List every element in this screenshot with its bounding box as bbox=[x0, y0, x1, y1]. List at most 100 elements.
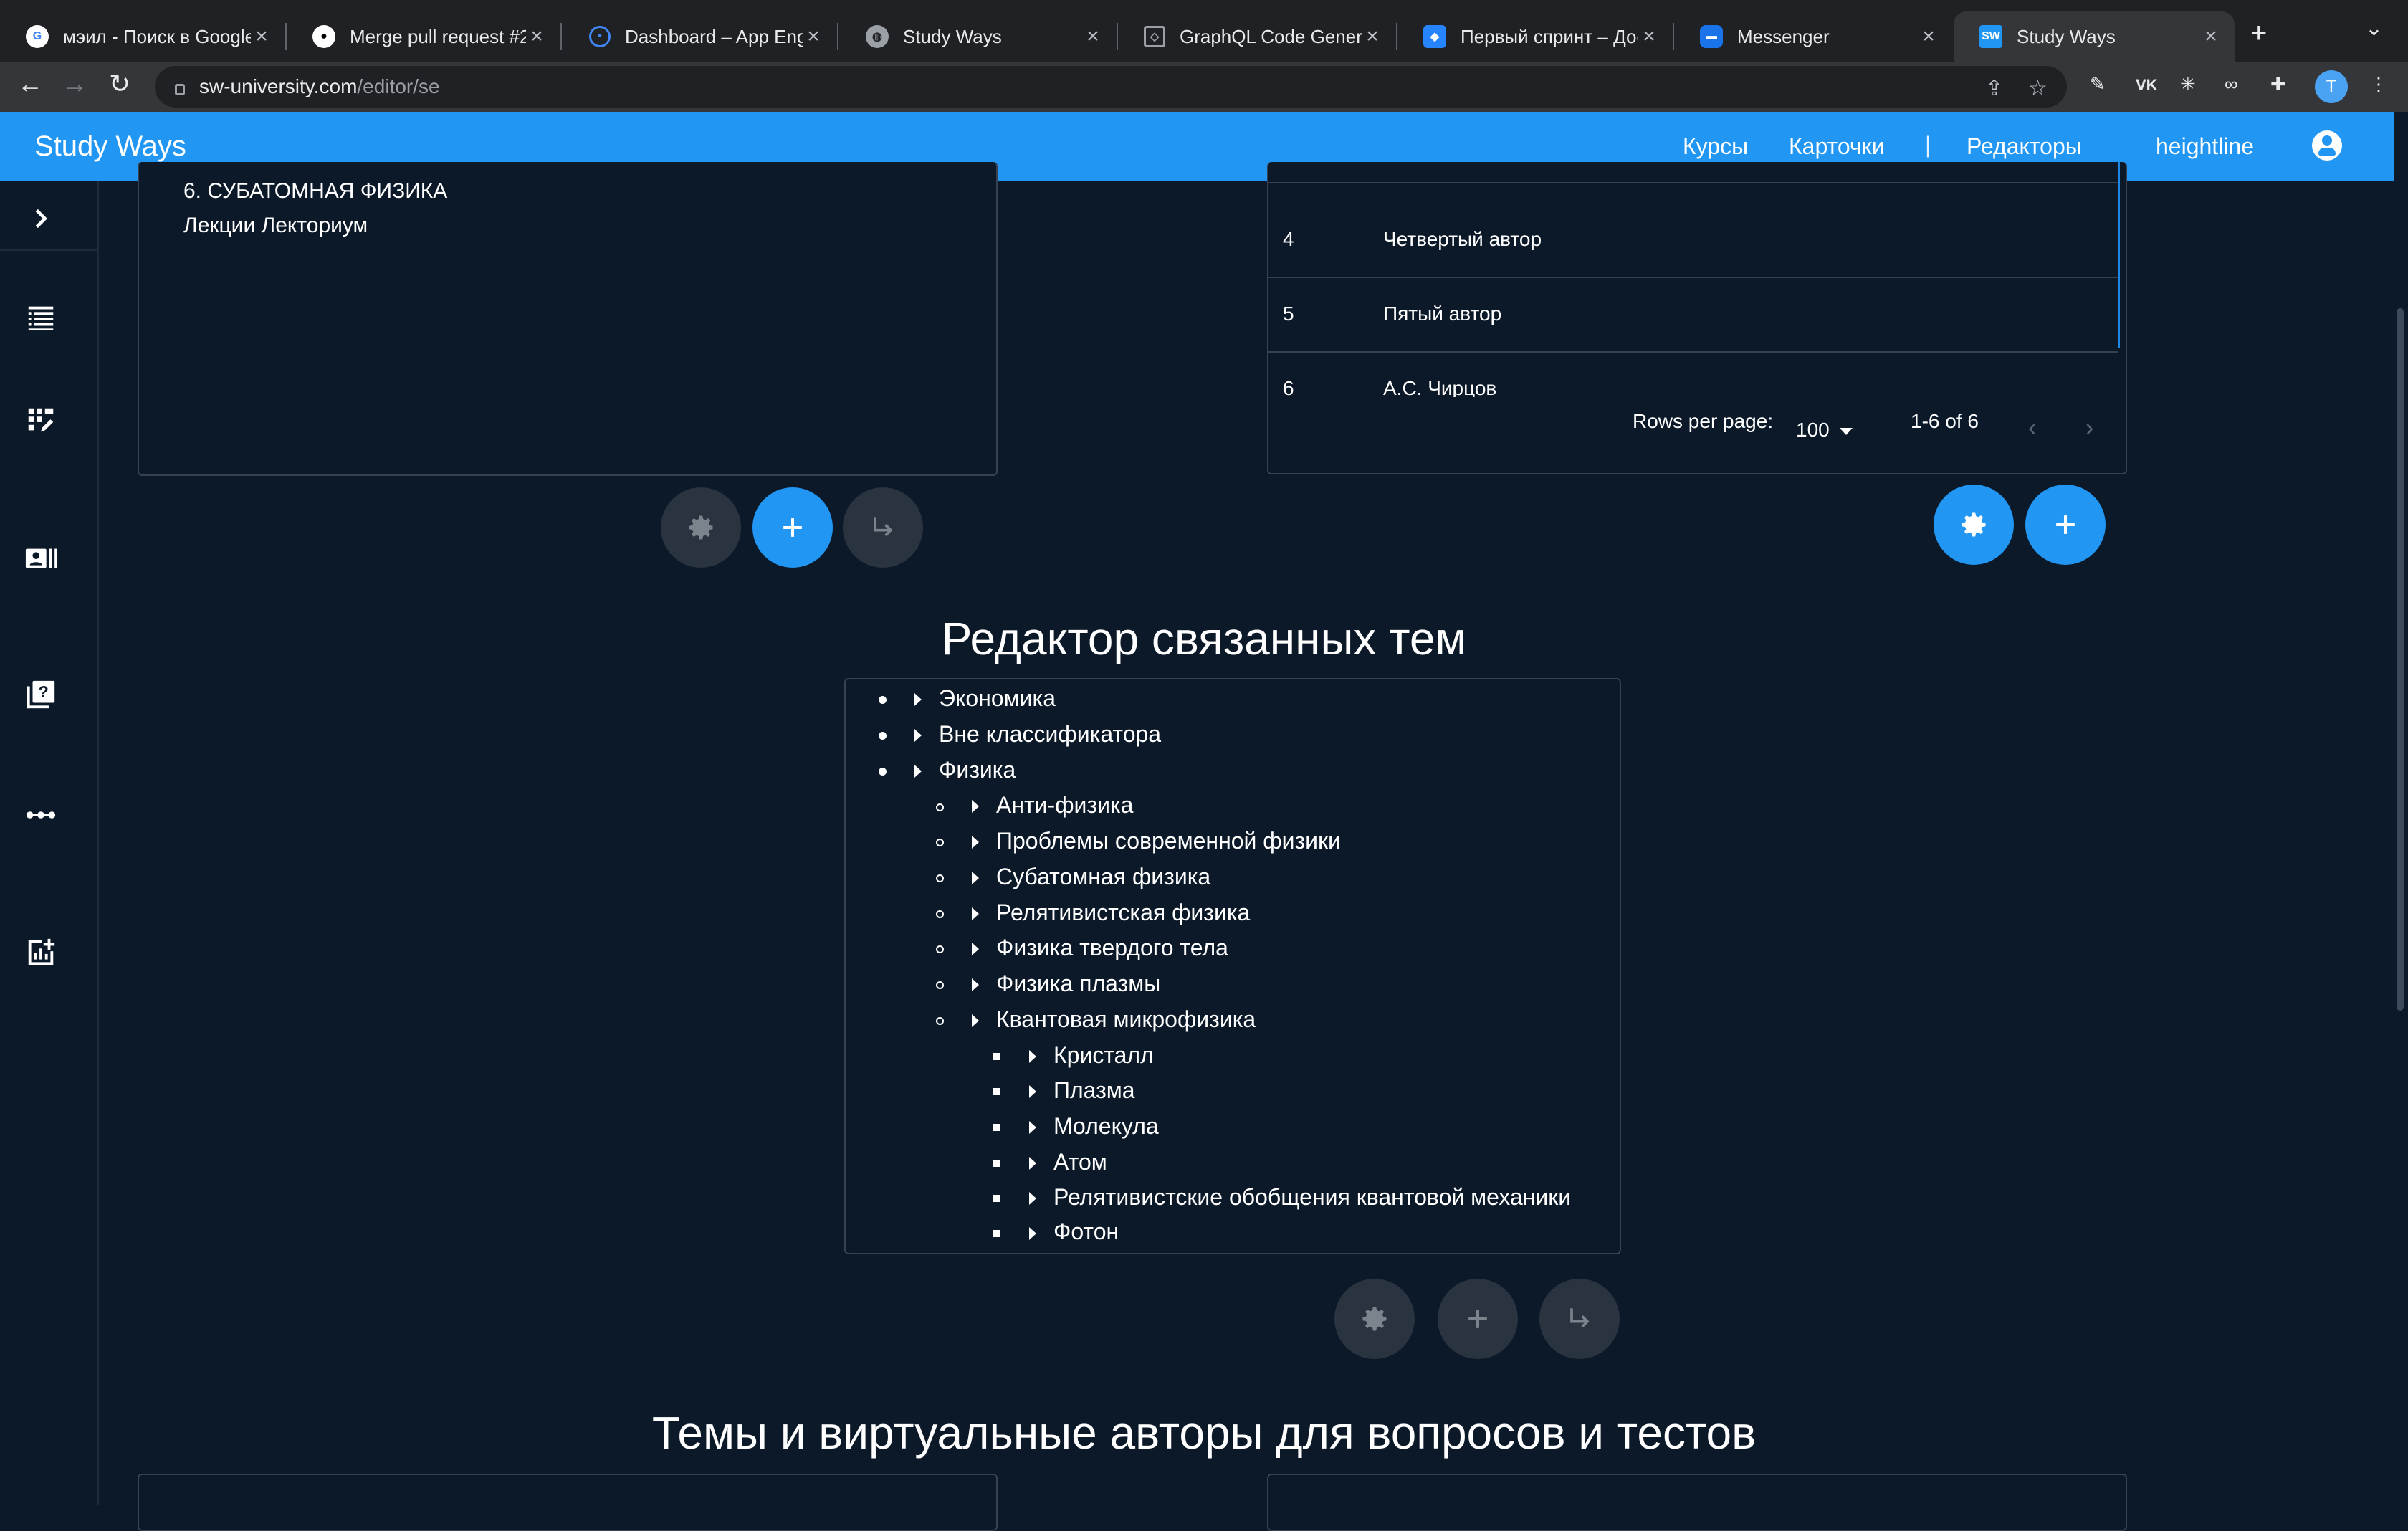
add-chart-icon[interactable] bbox=[24, 936, 57, 969]
expand-triangle-icon[interactable] bbox=[972, 872, 979, 884]
settings-button[interactable] bbox=[661, 487, 741, 568]
expand-triangle-icon[interactable] bbox=[972, 1014, 979, 1027]
tree-item-crystal[interactable]: Кристалл bbox=[1054, 1042, 1154, 1069]
expand-chevron-icon[interactable] bbox=[24, 202, 57, 235]
nav-cards[interactable]: Карточки bbox=[1789, 133, 1884, 160]
tree-item-quantum-microphysics[interactable]: Квантовая микрофизика bbox=[996, 1006, 1256, 1033]
expand-triangle-icon[interactable] bbox=[914, 693, 922, 706]
tree-item-photon[interactable]: Фотон bbox=[1054, 1218, 1119, 1245]
expand-triangle-icon[interactable] bbox=[972, 907, 979, 920]
browser-menu-icon[interactable]: ⋮ bbox=[2369, 73, 2388, 95]
table-row[interactable]: 4 Четвертый автор bbox=[1268, 204, 2118, 278]
table-row[interactable]: 5 Пятый автор bbox=[1268, 278, 2118, 353]
nav-editors[interactable]: Редакторы bbox=[1967, 133, 2082, 160]
share-icon[interactable]: ⇪ bbox=[1985, 76, 2003, 101]
nav-user[interactable]: heightline bbox=[2156, 133, 2254, 160]
browser-tab[interactable]: ◆ Первый спринт – Доска × bbox=[1398, 11, 1674, 62]
expand-triangle-icon[interactable] bbox=[972, 836, 979, 849]
course-title: 6. СУБАТОМНАЯ ФИЗИКА bbox=[183, 179, 448, 203]
bookmark-star-icon[interactable]: ☆ bbox=[2028, 76, 2048, 101]
extension-network-icon[interactable]: ✳ bbox=[2180, 73, 2196, 95]
tree-item-plasma-physics[interactable]: Физика плазмы bbox=[996, 970, 1160, 997]
table-row[interactable] bbox=[1268, 162, 2118, 183]
expand-triangle-icon[interactable] bbox=[1029, 1227, 1036, 1240]
extensions-puzzle-icon[interactable]: ✚ bbox=[2270, 73, 2286, 95]
tree-item-subatomic-physics[interactable]: Субатомная физика bbox=[996, 864, 1210, 890]
expand-triangle-icon[interactable] bbox=[1029, 1121, 1036, 1134]
rows-per-page-select[interactable]: 100 bbox=[1796, 419, 1853, 442]
nav-courses[interactable]: Курсы bbox=[1683, 133, 1748, 160]
graphql-icon: ◇ bbox=[1144, 26, 1165, 47]
expand-triangle-icon[interactable] bbox=[972, 978, 979, 991]
tab-separator bbox=[560, 23, 562, 50]
plus-icon bbox=[2056, 515, 2075, 534]
account-circle-icon[interactable] bbox=[2312, 130, 2342, 161]
browser-tab[interactable]: ● Merge pull request #21 × bbox=[287, 11, 562, 62]
back-arrow-icon[interactable]: ← bbox=[17, 69, 43, 99]
contact-card-icon[interactable] bbox=[24, 542, 57, 575]
close-icon[interactable]: × bbox=[2200, 24, 2222, 49]
browser-tab[interactable]: ◇ GraphQL Code Generator × bbox=[1118, 11, 1398, 62]
tab-search-chevron-icon[interactable]: ⌄ bbox=[2365, 16, 2383, 41]
link-arrow-button[interactable] bbox=[1539, 1279, 1620, 1359]
expand-triangle-icon[interactable] bbox=[972, 943, 979, 955]
browser-tab-active[interactable]: SW Study Ways × bbox=[1954, 11, 2235, 62]
close-icon[interactable]: × bbox=[1918, 24, 1939, 49]
settings-button[interactable] bbox=[1334, 1279, 1415, 1359]
table-row[interactable]: 6 А.С. Чирцов bbox=[1268, 353, 2118, 397]
extension-glasses-icon[interactable]: ∞ bbox=[2225, 73, 2238, 95]
add-button[interactable] bbox=[1438, 1279, 1518, 1359]
expand-triangle-icon[interactable] bbox=[1029, 1192, 1036, 1205]
close-icon[interactable]: × bbox=[1638, 24, 1660, 49]
expand-triangle-icon[interactable] bbox=[914, 765, 922, 778]
browser-tab[interactable]: ▬ Messenger × bbox=[1674, 11, 1952, 62]
expand-triangle-icon[interactable] bbox=[1029, 1085, 1036, 1098]
tree-item-molecule[interactable]: Молекула bbox=[1054, 1113, 1159, 1140]
tree-item-relativistic-quantum[interactable]: Релятивистские обобщения квантовой механ… bbox=[1054, 1184, 1571, 1211]
address-bar[interactable]: sw-university.com/editor/se ⇪ ☆ bbox=[155, 66, 2067, 108]
extension-pen-icon[interactable]: ✎ bbox=[2090, 73, 2106, 95]
reload-icon[interactable]: ↻ bbox=[109, 69, 130, 99]
edit-grid-icon[interactable] bbox=[24, 404, 57, 437]
forward-arrow-icon[interactable]: → bbox=[62, 69, 87, 99]
close-icon[interactable]: × bbox=[1082, 24, 1104, 49]
next-page-chevron-icon[interactable]: › bbox=[2086, 414, 2093, 442]
link-arrow-button[interactable] bbox=[843, 487, 923, 568]
tree-bullet bbox=[936, 803, 944, 811]
close-icon[interactable]: × bbox=[251, 24, 272, 49]
settings-button[interactable] bbox=[1934, 485, 2014, 565]
list-view-icon[interactable] bbox=[24, 301, 57, 334]
tree-item-relativistic-physics[interactable]: Релятивистская физика bbox=[996, 900, 1250, 926]
browser-tab[interactable]: • Dashboard – App Engine × bbox=[563, 11, 838, 62]
close-icon[interactable]: × bbox=[803, 24, 824, 49]
graph-nodes-icon[interactable] bbox=[24, 798, 57, 831]
add-button[interactable] bbox=[752, 487, 833, 568]
tree-item-physics[interactable]: Физика bbox=[939, 757, 1016, 783]
table-scrollbar[interactable] bbox=[2118, 162, 2126, 348]
new-tab-plus-icon[interactable]: + bbox=[2250, 17, 2267, 49]
tree-item-atom[interactable]: Атом bbox=[1054, 1149, 1107, 1175]
tree-item-plasma[interactable]: Плазма bbox=[1054, 1077, 1135, 1104]
tree-item-anti-physics[interactable]: Анти-физика bbox=[996, 792, 1133, 819]
tree-item-modern-physics-problems[interactable]: Проблемы современной физики bbox=[996, 828, 1341, 854]
vk-extension-icon[interactable]: VK bbox=[2136, 76, 2158, 95]
expand-triangle-icon[interactable] bbox=[1029, 1050, 1036, 1063]
tree-item-economics[interactable]: Экономика bbox=[939, 685, 1056, 712]
author-name: А.С. Чирцов bbox=[1383, 377, 1497, 397]
quiz-icon[interactable]: ? bbox=[24, 678, 57, 711]
tree-item-unclassified[interactable]: Вне классификатора bbox=[939, 721, 1161, 748]
expand-triangle-icon[interactable] bbox=[1029, 1157, 1036, 1170]
prev-page-chevron-icon[interactable]: ‹ bbox=[2028, 414, 2036, 442]
tree-item-solid-state-physics[interactable]: Физика твердого тела bbox=[996, 935, 1228, 961]
profile-avatar[interactable]: T bbox=[2315, 70, 2348, 103]
expand-triangle-icon[interactable] bbox=[972, 800, 979, 813]
add-button[interactable] bbox=[2025, 485, 2106, 565]
tree-bullet bbox=[936, 1017, 944, 1025]
brand-title[interactable]: Study Ways bbox=[34, 130, 186, 163]
close-icon[interactable]: × bbox=[1362, 24, 1383, 49]
expand-triangle-icon[interactable] bbox=[914, 729, 922, 742]
browser-tab[interactable]: G мэил - Поиск в Google × bbox=[0, 11, 287, 62]
browser-tab[interactable]: ◍ Study Ways × bbox=[840, 11, 1118, 62]
messenger-icon: ▬ bbox=[1700, 25, 1723, 48]
close-icon[interactable]: × bbox=[526, 24, 548, 49]
